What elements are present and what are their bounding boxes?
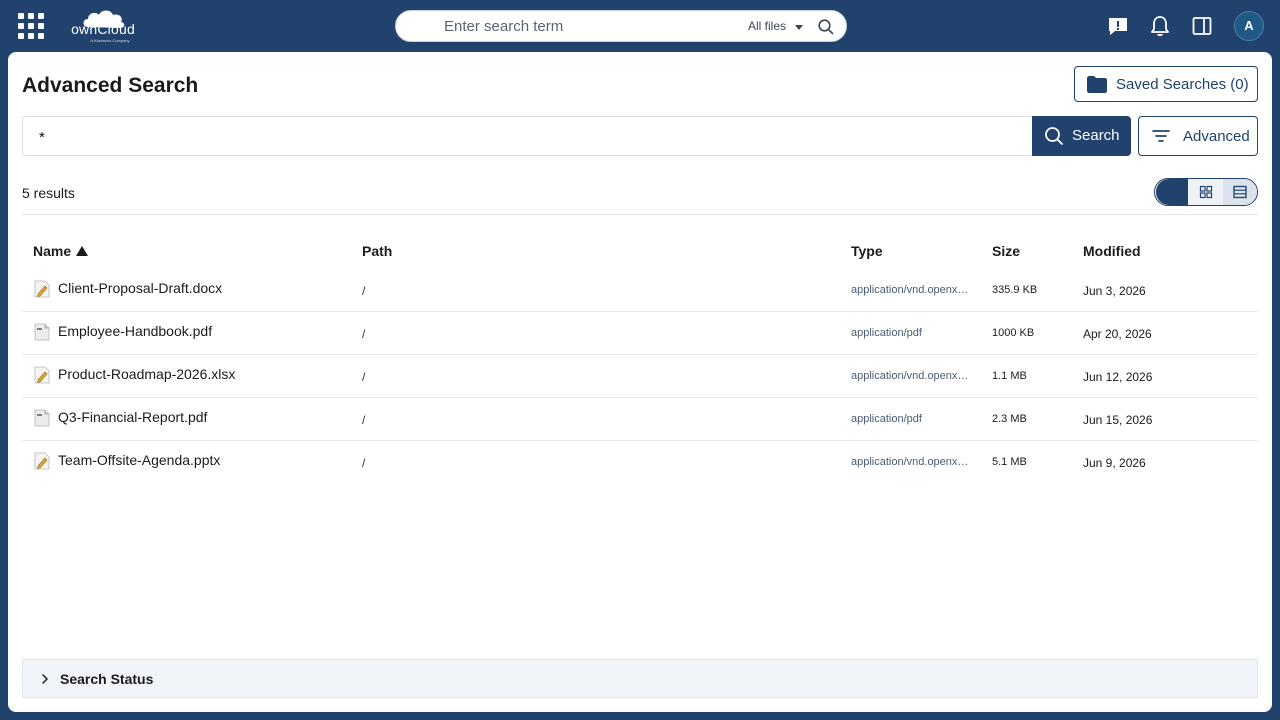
top-bar: ownCloud A Kiteworks Company Enter searc…	[0, 0, 1280, 52]
search-button[interactable]: Search	[1032, 116, 1131, 156]
chevron-down-icon[interactable]	[795, 25, 803, 30]
search-scope-dropdown[interactable]: All files	[748, 19, 786, 33]
chevron-right-icon	[42, 674, 48, 684]
file-path: /	[362, 327, 366, 341]
sort-ascending-icon	[76, 246, 89, 256]
column-header-name-label: Name	[33, 243, 72, 259]
file-size: 1000 KB	[992, 327, 1035, 339]
column-header-modified[interactable]: Modified	[1083, 243, 1141, 259]
search-icon[interactable]	[817, 18, 835, 36]
search-status-label: Search Status	[60, 671, 154, 687]
file-path: /	[362, 284, 366, 298]
table-row[interactable]: Team-Offsite-Agenda.pptx / application/v…	[22, 441, 1258, 484]
logo-text: ownCloud	[71, 21, 135, 37]
table-row[interactable]: Product-Roadmap-2026.xlsx / application/…	[22, 355, 1258, 398]
file-size: 5.1 MB	[992, 456, 1027, 468]
file-type: application/vnd.openxmlformats-officedoc…	[851, 284, 971, 296]
advanced-search-query-input[interactable]: *	[22, 116, 1034, 156]
document-edit-icon	[34, 280, 50, 298]
file-path: /	[362, 370, 366, 384]
file-type: application/pdf	[851, 413, 922, 425]
search-button-label: Search	[1072, 127, 1120, 144]
file-size: 335.9 KB	[992, 284, 1038, 296]
search-status-toggle[interactable]: Search Status	[22, 659, 1258, 698]
column-header-name[interactable]: Name	[33, 243, 89, 259]
feedback-icon[interactable]	[1106, 14, 1130, 38]
table-view-icon	[1233, 185, 1247, 199]
grid-view-icon	[1199, 185, 1213, 199]
file-name[interactable]: Team-Offsite-Agenda.pptx	[58, 452, 220, 468]
file-type: application/pdf	[851, 327, 922, 339]
column-header-size[interactable]: Size	[992, 243, 1020, 259]
side-panel-toggle-icon[interactable]	[1190, 14, 1214, 38]
saved-searches-button[interactable]: Saved Searches (0)	[1074, 66, 1258, 102]
table-row[interactable]: Client-Proposal-Draft.docx / application…	[22, 269, 1258, 312]
filter-icon	[1152, 130, 1170, 142]
search-icon	[1045, 127, 1063, 145]
file-type: application/vnd.openxmlformats-officedoc…	[851, 456, 971, 468]
file-size: 2.3 MB	[992, 413, 1027, 425]
file-modified: Jun 9, 2026	[1083, 456, 1146, 470]
main-panel: Advanced Search Saved Searches (0) * Sea…	[8, 52, 1272, 712]
logo-subtext: A Kiteworks Company	[90, 38, 130, 43]
file-path: /	[362, 413, 366, 427]
file-name[interactable]: Employee-Handbook.pdf	[58, 323, 212, 339]
file-modified: Jun 15, 2026	[1083, 413, 1153, 427]
pdf-file-icon	[34, 323, 50, 341]
results-count: 5 results	[22, 185, 75, 201]
table-row[interactable]: Employee-Handbook.pdf / application/pdf …	[22, 312, 1258, 355]
file-type: application/vnd.openxmlformats-officedoc…	[851, 370, 971, 382]
folder-icon	[1087, 76, 1107, 93]
view-mode-grid-option[interactable]	[1190, 179, 1222, 205]
pdf-file-icon	[34, 409, 50, 427]
column-header-type[interactable]: Type	[851, 243, 883, 259]
global-search-box[interactable]: Enter search term All files	[395, 10, 847, 42]
header-divider	[22, 214, 1258, 215]
notifications-bell-icon[interactable]	[1148, 14, 1172, 38]
advanced-filters-button[interactable]: Advanced	[1138, 116, 1258, 156]
view-mode-toggle	[1154, 178, 1258, 206]
view-mode-table-option[interactable]	[1223, 179, 1257, 205]
file-name[interactable]: Client-Proposal-Draft.docx	[58, 280, 222, 296]
document-edit-icon	[34, 452, 50, 470]
file-size: 1.1 MB	[992, 370, 1027, 382]
file-path: /	[362, 456, 366, 470]
file-name[interactable]: Q3-Financial-Report.pdf	[58, 409, 207, 425]
advanced-button-label: Advanced	[1183, 128, 1250, 145]
file-name[interactable]: Product-Roadmap-2026.xlsx	[58, 366, 235, 382]
document-edit-icon	[34, 366, 50, 384]
user-avatar[interactable]: A	[1234, 11, 1264, 41]
page-title: Advanced Search	[22, 74, 199, 97]
table-row[interactable]: Q3-Financial-Report.pdf / application/pd…	[22, 398, 1258, 441]
global-search-input[interactable]: Enter search term	[444, 18, 563, 35]
file-modified: Apr 20, 2026	[1083, 327, 1152, 341]
file-modified: Jun 12, 2026	[1083, 370, 1153, 384]
file-modified: Jun 3, 2026	[1083, 284, 1146, 298]
app-switcher-icon[interactable]	[18, 13, 44, 39]
column-header-path[interactable]: Path	[362, 243, 392, 259]
view-mode-list-option[interactable]	[1156, 179, 1188, 205]
saved-searches-label: Saved Searches (0)	[1116, 76, 1249, 93]
